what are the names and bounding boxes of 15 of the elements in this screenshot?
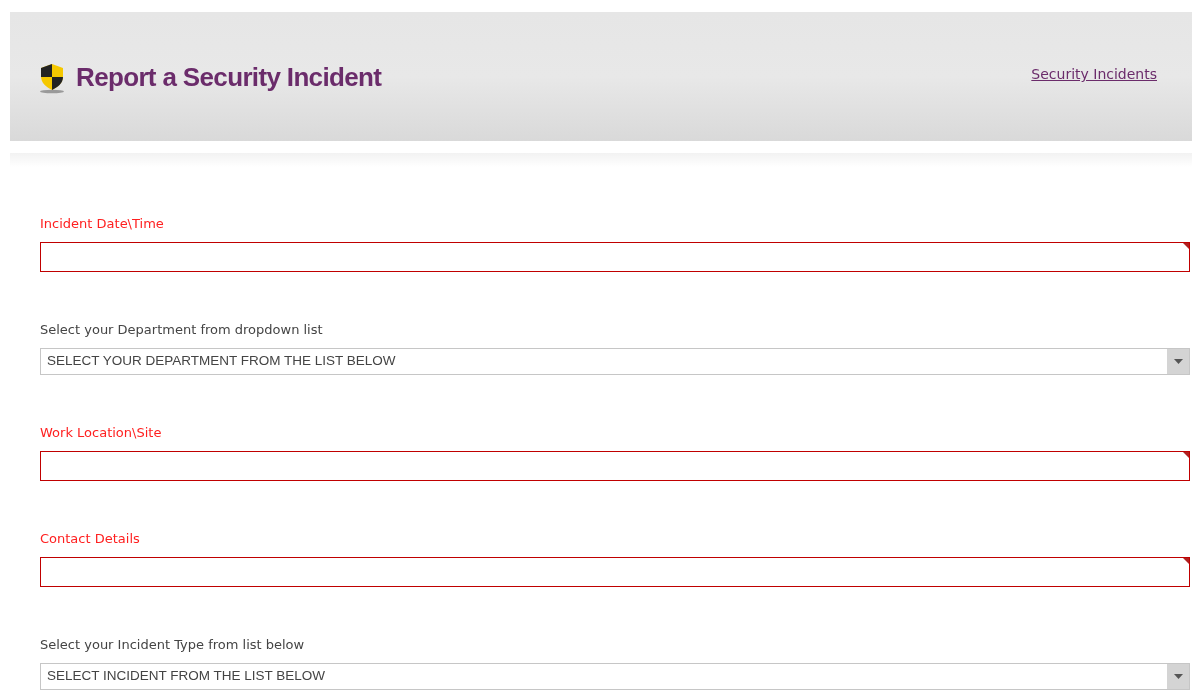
input-field[interactable] <box>40 451 1190 481</box>
field-label: Select your Department from dropdown list <box>40 321 324 338</box>
shield-icon <box>38 61 66 94</box>
page-title: Report a Security Incident <box>76 61 382 94</box>
field-label: Contact Details <box>40 530 141 547</box>
field-label: Work Location\Site <box>40 424 163 441</box>
input-field[interactable] <box>40 242 1190 272</box>
field-label: Select your Incident Type from list below <box>40 636 306 653</box>
field-label: Incident Date\Time <box>40 215 165 232</box>
dropdown-arrow-icon <box>1173 674 1183 679</box>
input-field[interactable] <box>40 557 1190 587</box>
dropdown[interactable]: SELECT YOUR DEPARTMENT FROM THE LIST BELOW <box>40 348 1190 375</box>
security-incidents-link[interactable]: Security Incidents <box>1031 64 1157 85</box>
dropdown-arrow-icon <box>1173 359 1183 364</box>
dropdown[interactable]: SELECT INCIDENT FROM THE LIST BELOW <box>40 663 1190 690</box>
